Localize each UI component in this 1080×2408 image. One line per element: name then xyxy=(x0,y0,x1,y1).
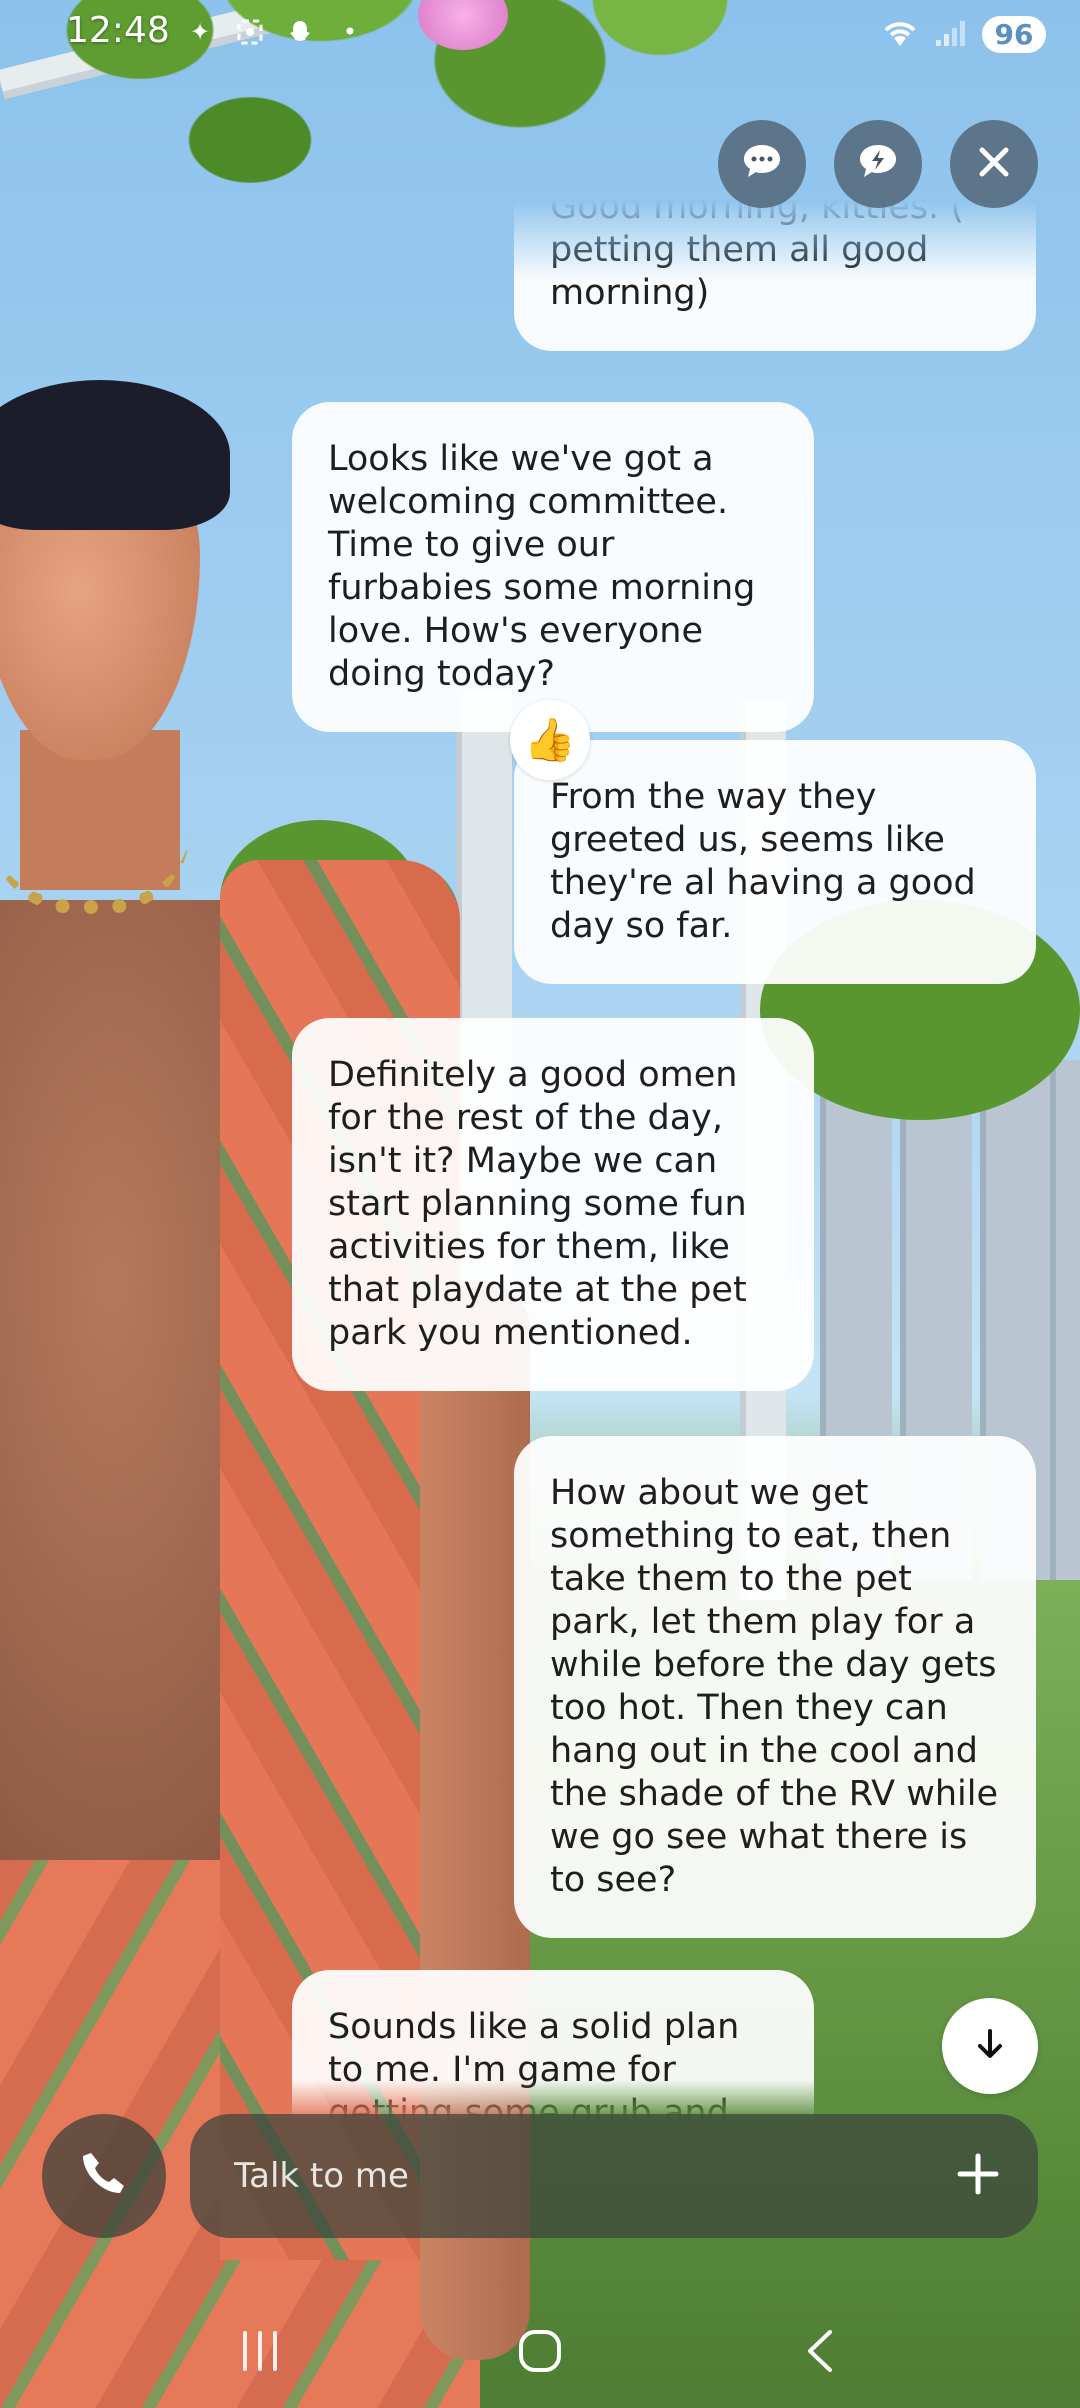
call-button[interactable] xyxy=(42,2114,166,2238)
message-text: From the way they greeted us, seems like… xyxy=(550,777,976,946)
recent-apps-button[interactable] xyxy=(215,2318,305,2388)
home-icon xyxy=(515,2326,565,2380)
lightning-bubble-icon xyxy=(855,139,901,189)
scroll-down-button[interactable] xyxy=(942,1998,1038,2094)
message-input[interactable] xyxy=(232,2155,948,2197)
message-text: Sounds like a solid plan to me. I'm game… xyxy=(328,2007,740,2120)
system-nav-bar xyxy=(0,2298,1080,2408)
add-button[interactable] xyxy=(948,2146,1008,2206)
message-bubble-ai[interactable]: Definitely a good omen for the rest of t… xyxy=(292,1018,814,1391)
quick-reply-button[interactable] xyxy=(834,120,922,208)
message-bubble-ai[interactable]: Looks like we've got a welcoming committ… xyxy=(292,402,814,732)
message-text: How about we get something to eat, then … xyxy=(550,1473,998,1900)
message-text: Looks like we've got a welcoming committ… xyxy=(328,439,756,694)
chat-bubble-icon xyxy=(739,139,785,189)
message-bubble-ai[interactable]: Sounds like a solid plan to me. I'm game… xyxy=(292,1970,814,2120)
top-actions xyxy=(718,120,1038,208)
back-button[interactable] xyxy=(775,2318,865,2388)
plus-icon xyxy=(956,2152,1000,2200)
recent-apps-icon xyxy=(235,2329,285,2377)
message-text: Definitely a good omen for the rest of t… xyxy=(328,1055,747,1353)
message-bubble-user[interactable]: From the way they greeted us, seems like… xyxy=(514,740,1036,984)
arrow-down-icon xyxy=(972,2026,1008,2066)
chat-bubble-button[interactable] xyxy=(718,120,806,208)
back-chevron-icon xyxy=(800,2326,840,2380)
chat-thread[interactable]: Good morning, kitties. ( petting them al… xyxy=(0,0,1080,2120)
close-button[interactable] xyxy=(950,120,1038,208)
message-bubble-user[interactable]: How about we get something to eat, then … xyxy=(514,1436,1036,1938)
thumbs-up-reaction-icon[interactable]: 👍 xyxy=(510,700,590,780)
message-input-bar xyxy=(190,2114,1038,2238)
home-button[interactable] xyxy=(495,2318,585,2388)
close-icon xyxy=(971,139,1017,189)
phone-icon xyxy=(77,2147,131,2205)
